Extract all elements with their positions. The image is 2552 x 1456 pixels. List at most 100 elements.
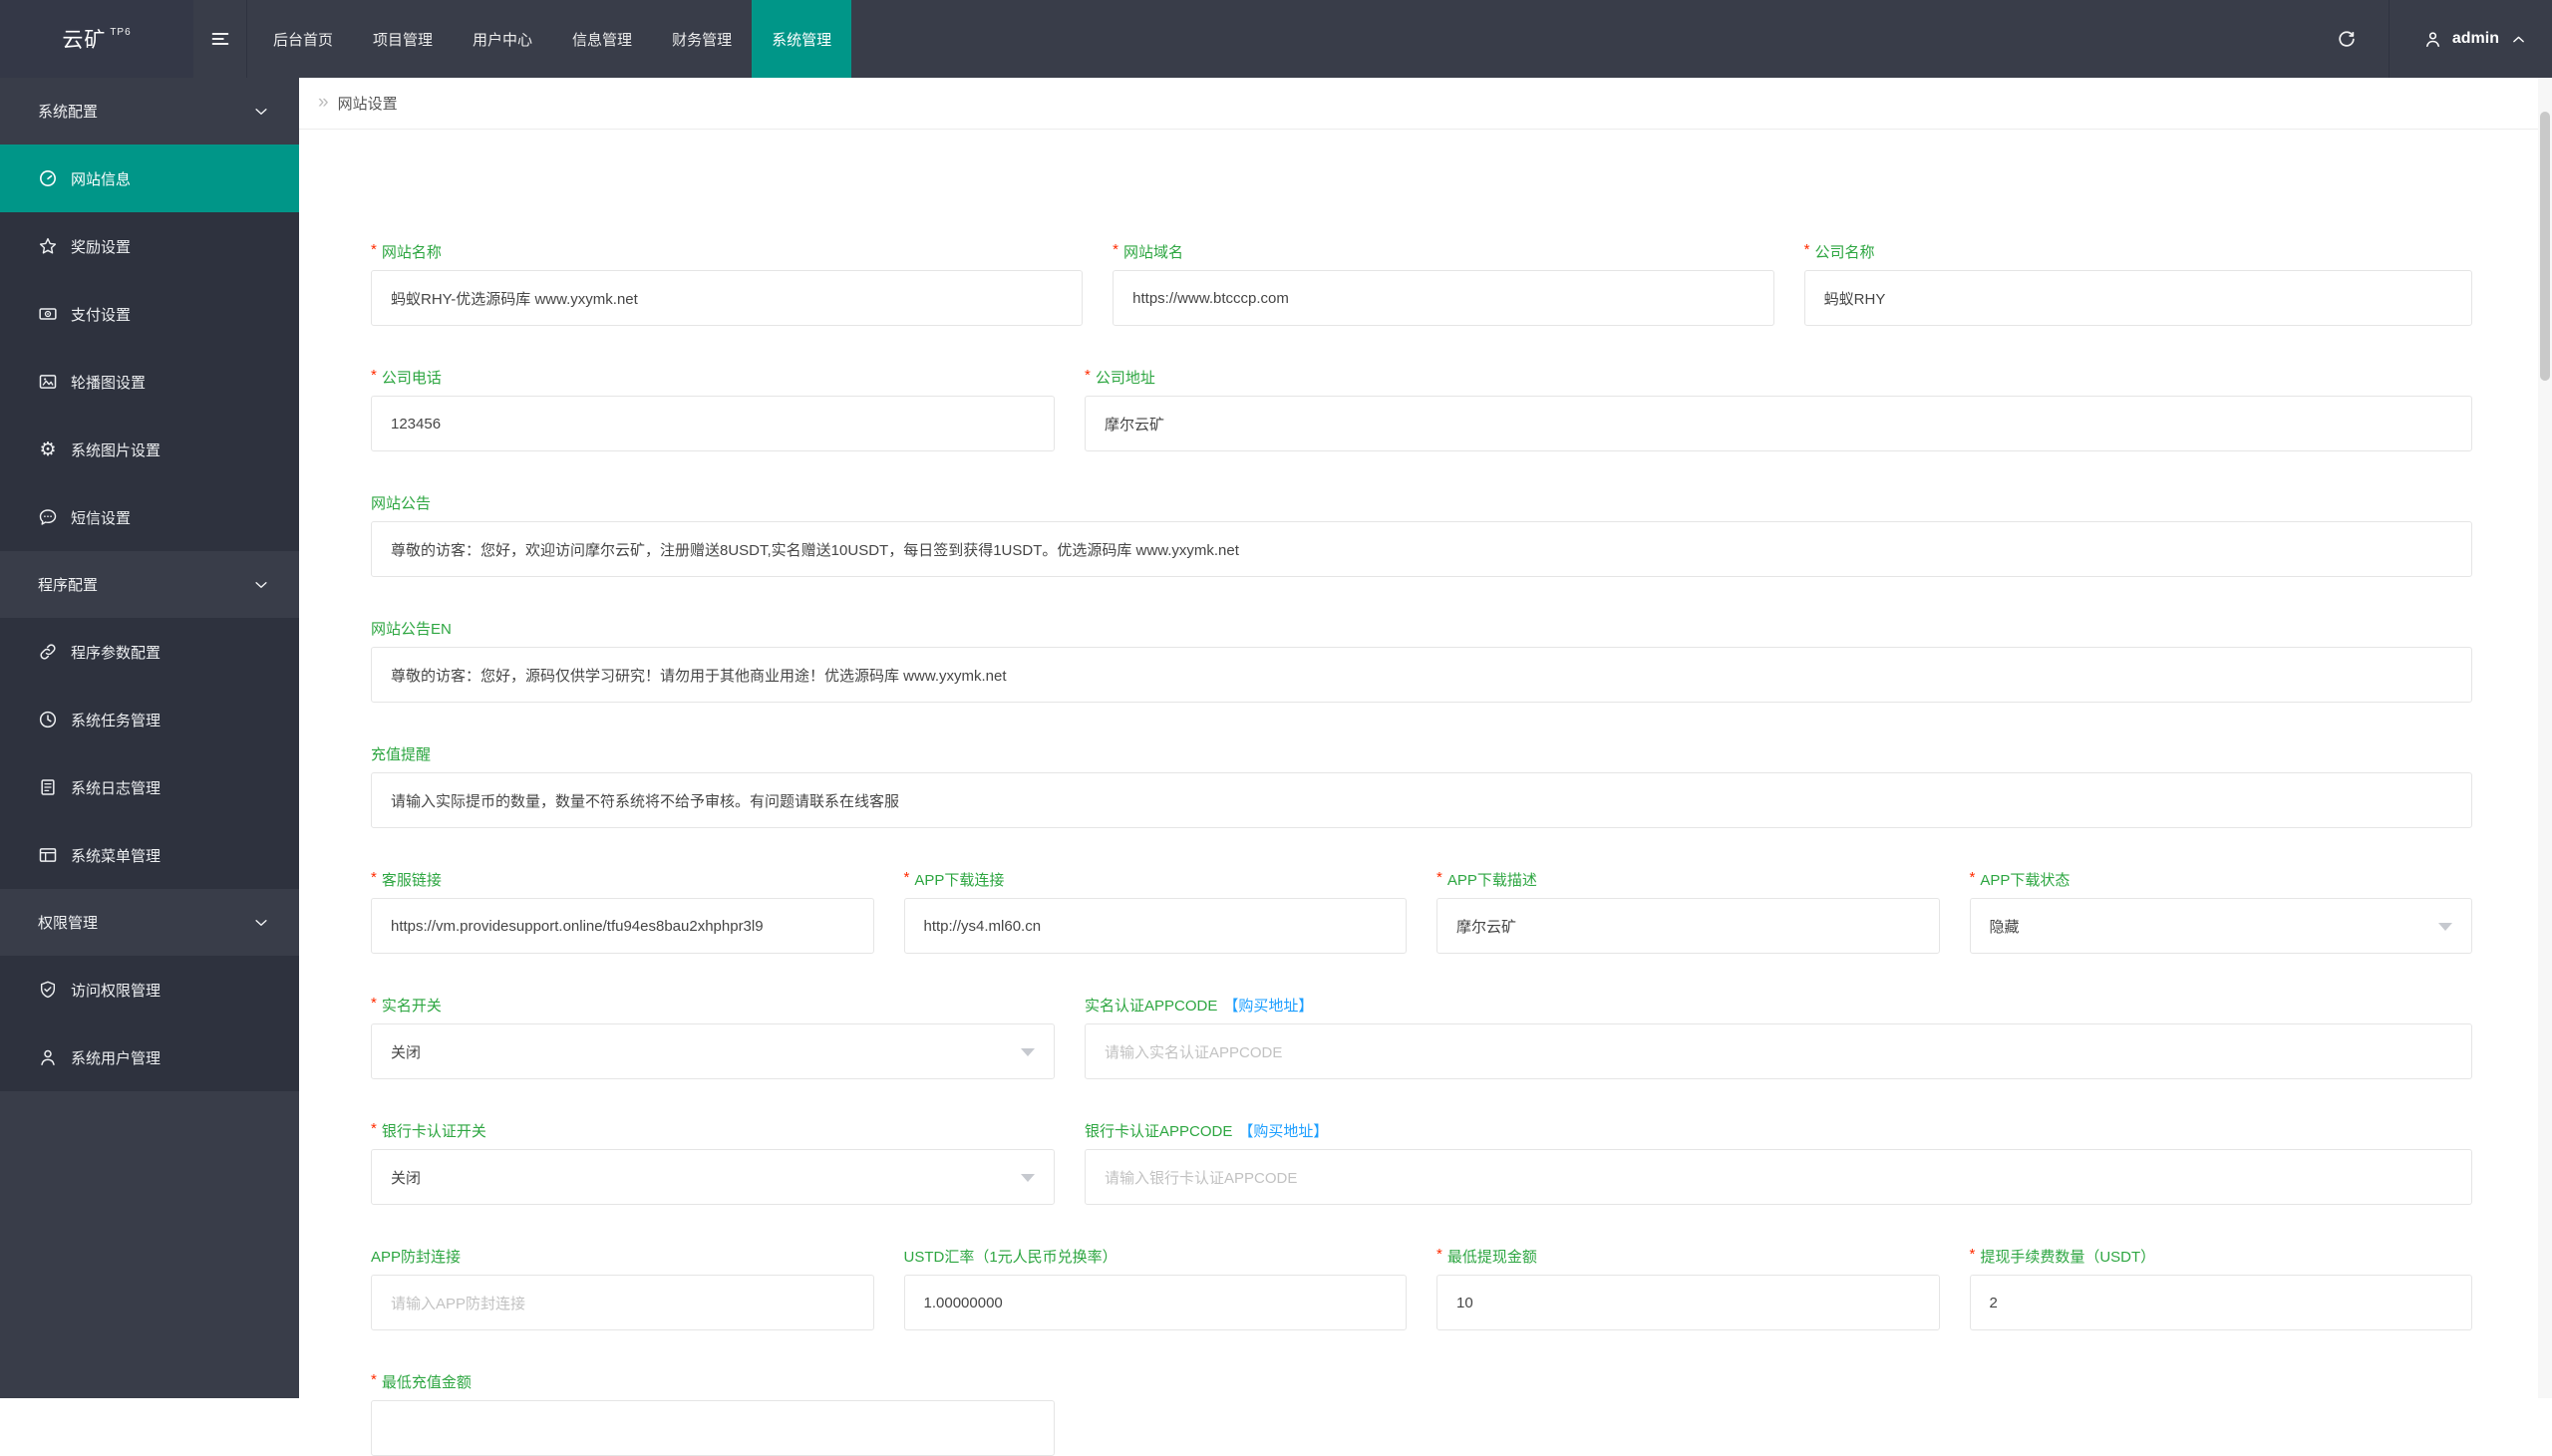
breadcrumb-arrow-icon: » [318, 92, 329, 114]
sidebar-item-reward-setting[interactable]: 奖励设置 [0, 212, 299, 280]
min-recharge-input[interactable] [371, 1400, 1055, 1456]
input-value: 尊敬的访客：您好，源码仅供学习研究！请勿用于其他商业用途！优选源码库 www.y… [391, 665, 1007, 686]
app-download-desc-input[interactable]: 摩尔云矿 [1436, 898, 1940, 954]
field-label-row: *实名开关 [371, 995, 1055, 1015]
sidebar-item-sms-setting[interactable]: 短信设置 [0, 483, 299, 551]
recharge-notice-input[interactable]: 请输入实际提币的数量，数量不符系统将不给予审核。有问题请联系在线客服 [371, 772, 2472, 828]
input-value: 2 [1990, 1295, 1998, 1311]
field-label-row: 充值提醒 [371, 743, 2472, 763]
sidebar-item-sysuser-manage[interactable]: 系统用户管理 [0, 1023, 299, 1091]
user-menu[interactable]: admin [2390, 0, 2552, 78]
sidebar-item-menu-manage[interactable]: 系统菜单管理 [0, 821, 299, 889]
top-nav-system[interactable]: 系统管理 [752, 0, 851, 78]
shield-check-icon [38, 980, 58, 1000]
field-label-row: * 银行卡认证开关 [371, 1120, 1055, 1140]
chevron-down-icon [251, 913, 271, 933]
field-label-row: *公司名称 [1804, 241, 2472, 261]
chevron-down-icon [251, 575, 271, 595]
refresh-button[interactable] [2305, 0, 2390, 78]
company-name-input[interactable]: 蚂蚁RHY [1804, 270, 2472, 326]
sidebar-section-system-config[interactable]: 系统配置 [0, 78, 299, 145]
sidebar-item-log-manage[interactable]: 系统日志管理 [0, 753, 299, 821]
sidebar-item-task-manage[interactable]: 系统任务管理 [0, 686, 299, 753]
app-download-link-input[interactable]: http://ys4.ml60.cn [904, 898, 1408, 954]
sidebar-item-image-setting[interactable]: ⚙系统图片设置 [0, 416, 299, 483]
required-marker: * [371, 1120, 377, 1137]
sidebar-item-label: 系统任务管理 [71, 710, 160, 730]
field-label-row: * 客服链接 [371, 869, 874, 889]
app-antiblock-link-input[interactable]: 请输入APP防封连接 [371, 1275, 874, 1330]
input-value: 10 [1456, 1295, 1473, 1311]
top-nav-info[interactable]: 信息管理 [552, 0, 652, 78]
company-phone-input[interactable]: 123456 [371, 396, 1055, 451]
field-label: 网站域名 [1123, 241, 1183, 262]
bankcard-appcode-input[interactable]: 请输入银行卡认证APPCODE [1085, 1149, 2472, 1205]
service-link-input[interactable]: https://vm.providesupport.online/tfu94es… [371, 898, 874, 954]
buy-address-link[interactable]: 【购买地址】 [1223, 995, 1313, 1016]
top-nav-finance[interactable]: 财务管理 [652, 0, 752, 78]
min-withdraw-input[interactable]: 10 [1436, 1275, 1940, 1330]
sidebar-item-pay-setting[interactable]: 支付设置 [0, 280, 299, 348]
usdt-rate-input[interactable]: 1.00000000 [904, 1275, 1408, 1330]
required-marker: * [371, 869, 377, 886]
field-site-domain: *网站域名https://www.btcccp.com [1113, 241, 1774, 326]
bankcard-switch-select[interactable]: 关闭 [371, 1149, 1055, 1205]
company-address-input[interactable]: 摩尔云矿 [1085, 396, 2472, 451]
clock-icon [38, 710, 58, 729]
field-label: 银行卡认证开关 [382, 1120, 486, 1141]
site-name-input[interactable]: 蚂蚁RHY-优选源码库 www.yxymk.net [371, 270, 1083, 326]
top-nav-home[interactable]: 后台首页 [253, 0, 353, 78]
field-label: 公司电话 [382, 367, 442, 388]
input-value: 尊敬的访客：您好，欢迎访问摩尔云矿，注册赠送8USDT,实名赠送10USDT，每… [391, 539, 1239, 560]
sidebar-item-access-manage[interactable]: 访问权限管理 [0, 956, 299, 1023]
site-domain-input[interactable]: https://www.btcccp.com [1113, 270, 1774, 326]
sidebar-item-site-info[interactable]: 网站信息 [0, 145, 299, 212]
buy-address-link[interactable]: 【购买地址】 [1238, 1120, 1328, 1141]
top-nav-user[interactable]: 用户中心 [453, 0, 552, 78]
field-label: 提现手续费数量（USDT） [1980, 1246, 2155, 1267]
sidebar-item-banner-setting[interactable]: 轮播图设置 [0, 348, 299, 416]
sidebar-section-label: 权限管理 [38, 912, 98, 933]
log-icon [38, 777, 58, 797]
gauge-icon [38, 168, 58, 188]
field-company-address: *公司地址摩尔云矿 [1085, 367, 2472, 451]
scrollbar-thumb[interactable] [2540, 112, 2550, 381]
app-download-status-select[interactable]: 隐藏 [1970, 898, 2473, 954]
app-logo[interactable]: 云矿TP6 [0, 0, 193, 78]
field-withdraw-fee: *提现手续费数量（USDT）2 [1970, 1246, 2473, 1330]
main-content: » 网站设置 *网站名称蚂蚁RHY-优选源码库 www.yxymk.net*网站… [299, 78, 2552, 1398]
sidebar-section-program-config[interactable]: 程序配置 [0, 551, 299, 618]
sidebar: 系统配置网站信息奖励设置支付设置轮播图设置⚙系统图片设置短信设置程序配置程序参数… [0, 78, 299, 1398]
sidebar-item-label: 支付设置 [71, 304, 131, 325]
field-label: 最低充值金额 [382, 1371, 472, 1392]
field-site-notice: 网站公告尊敬的访客：您好，欢迎访问摩尔云矿，注册赠送8USDT,实名赠送10US… [371, 492, 2472, 577]
field-bankcard-switch: * 银行卡认证开关关闭 [371, 1120, 1055, 1205]
realname-switch-select[interactable]: 关闭 [371, 1023, 1055, 1079]
app-logo-version: TP6 [110, 27, 131, 38]
field-label: 客服链接 [382, 869, 442, 890]
input-value: 请输入实际提币的数量，数量不符系统将不给予审核。有问题请联系在线客服 [391, 790, 899, 811]
required-marker: * [371, 995, 377, 1012]
field-company-phone: *公司电话123456 [371, 367, 1055, 451]
top-nav-project[interactable]: 项目管理 [353, 0, 453, 78]
site-notice-input[interactable]: 尊敬的访客：您好，欢迎访问摩尔云矿，注册赠送8USDT,实名赠送10USDT，每… [371, 521, 2472, 577]
sidebar-item-program-params[interactable]: 程序参数配置 [0, 618, 299, 686]
menu-toggle-icon[interactable] [193, 0, 247, 78]
field-label: 网站公告EN [371, 618, 452, 639]
sidebar-section-label: 系统配置 [38, 101, 98, 122]
field-recharge-notice: 充值提醒请输入实际提币的数量，数量不符系统将不给予审核。有问题请联系在线客服 [371, 743, 2472, 828]
input-value: 隐藏 [1990, 916, 2020, 937]
withdraw-fee-input[interactable]: 2 [1970, 1275, 2473, 1330]
scrollbar[interactable] [2538, 78, 2552, 1398]
select-arrow-icon [1021, 1048, 1035, 1056]
sidebar-item-label: 系统用户管理 [71, 1047, 160, 1068]
input-placeholder: 请输入实名认证APPCODE [1105, 1041, 1282, 1062]
field-app-download-link: *APP下载连接http://ys4.ml60.cn [904, 869, 1408, 954]
field-label: APP下载连接 [914, 869, 1004, 890]
site-notice-en-input[interactable]: 尊敬的访客：您好，源码仅供学习研究！请勿用于其他商业用途！优选源码库 www.y… [371, 647, 2472, 703]
sidebar-section-permission[interactable]: 权限管理 [0, 889, 299, 956]
field-min-recharge: *最低充值金额 [371, 1371, 1055, 1456]
realname-appcode-input[interactable]: 请输入实名认证APPCODE [1085, 1023, 2472, 1079]
form-row: *网站名称蚂蚁RHY-优选源码库 www.yxymk.net*网站域名https… [371, 241, 2472, 326]
input-value: 蚂蚁RHY-优选源码库 www.yxymk.net [391, 288, 638, 309]
